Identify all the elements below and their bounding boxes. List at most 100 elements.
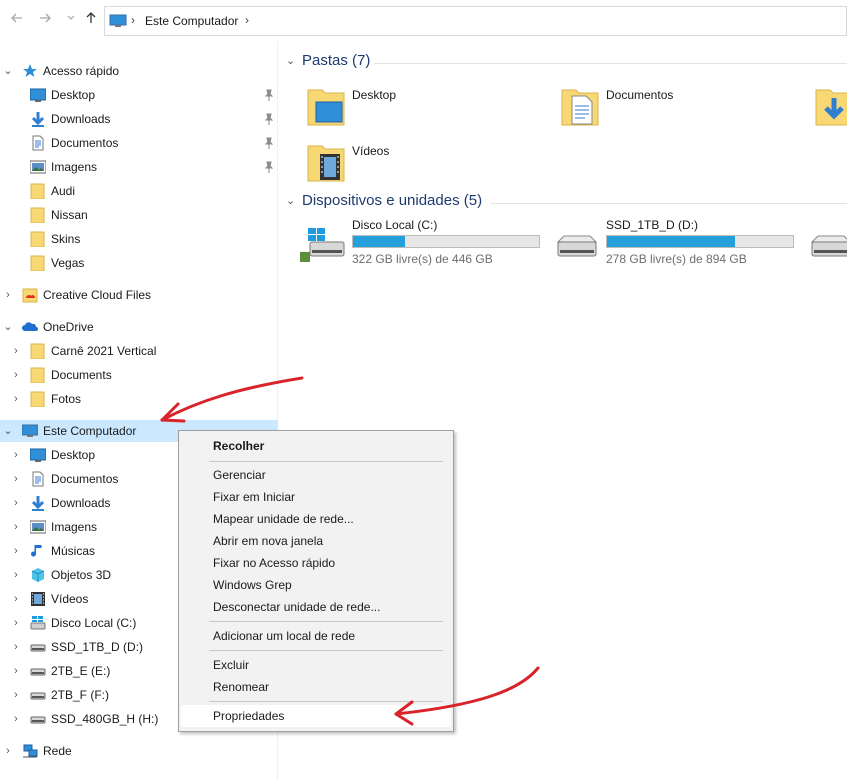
chevron-right-icon[interactable]: › bbox=[10, 344, 22, 358]
chevron-right-icon[interactable]: › bbox=[10, 544, 22, 558]
chevron-right-icon[interactable]: › bbox=[10, 472, 22, 486]
arrow-left-icon[interactable] bbox=[8, 10, 26, 30]
menu-item-desconectar-rede[interactable]: Desconectar unidade de rede... bbox=[181, 596, 451, 618]
breadcrumb[interactable]: Este Computador bbox=[145, 14, 238, 28]
chevron-down-icon[interactable]: ⌄ bbox=[2, 64, 14, 78]
computer-icon bbox=[21, 423, 39, 439]
menu-item-fixar-acesso-rapido[interactable]: Fixar no Acesso rápido bbox=[181, 552, 451, 574]
sidebar-item-skins[interactable]: Skins bbox=[0, 228, 278, 250]
chevron-down-icon[interactable]: ⌄ bbox=[2, 320, 14, 334]
sidebar-item-label: Este Computador bbox=[43, 424, 137, 438]
sidebar-item-onedrive[interactable]: ⌄ OneDrive bbox=[0, 316, 278, 338]
folder-tile-desktop[interactable]: Desktop bbox=[306, 84, 506, 132]
sidebar-item-label: 2TB_F (F:) bbox=[51, 688, 110, 702]
chevron-down-icon[interactable]: ⌄ bbox=[2, 424, 14, 438]
arrow-up-icon[interactable] bbox=[82, 10, 100, 30]
cloud-icon bbox=[22, 319, 38, 335]
menu-item-renomear[interactable]: Renomear bbox=[181, 676, 451, 698]
chevron-down-icon[interactable]: ⌄ bbox=[286, 194, 295, 207]
documents-icon bbox=[30, 135, 46, 151]
navigation-bar: › Este Computador › bbox=[0, 0, 847, 42]
menu-item-excluir[interactable]: Excluir bbox=[181, 654, 451, 676]
chevron-right-icon[interactable]: › bbox=[2, 744, 14, 758]
chevron-right-icon[interactable]: › bbox=[10, 392, 22, 406]
sidebar-item-creative-cloud[interactable]: › Creative Cloud Files bbox=[0, 284, 278, 306]
drive-label: SSD_1TB_D (D:) bbox=[606, 218, 699, 232]
sidebar-item-documentos[interactable]: Documentos bbox=[0, 132, 278, 154]
menu-item-recolher[interactable]: Recolher bbox=[181, 435, 451, 457]
videos-folder-icon bbox=[306, 140, 346, 184]
folder-icon bbox=[30, 255, 46, 272]
menu-item-label: Mapear unidade de rede... bbox=[213, 512, 354, 526]
menu-item-label: Excluir bbox=[213, 658, 250, 672]
chevron-right-icon[interactable]: › bbox=[10, 712, 22, 726]
chevron-right-icon[interactable]: › bbox=[10, 616, 22, 630]
drive-icon bbox=[554, 224, 600, 264]
folder-icon bbox=[30, 343, 46, 360]
menu-item-fixar-iniciar[interactable]: Fixar em Iniciar bbox=[181, 486, 451, 508]
menu-separator bbox=[209, 621, 443, 622]
menu-item-label: Gerenciar bbox=[213, 468, 266, 482]
sidebar-item-quick-access[interactable]: ⌄ Acesso rápido bbox=[0, 60, 278, 82]
sidebar-item-fotos[interactable]: › Fotos bbox=[0, 388, 278, 410]
sidebar-item-imagens[interactable]: Imagens bbox=[0, 156, 278, 178]
chevron-down-icon[interactable]: ⌄ bbox=[286, 54, 295, 67]
chevron-right-icon[interactable]: › bbox=[2, 288, 14, 302]
folder-tile-documentos[interactable]: Documentos bbox=[560, 84, 760, 132]
pin-icon[interactable] bbox=[264, 89, 274, 101]
folder-tile-downloads[interactable] bbox=[814, 84, 847, 132]
pin-icon[interactable] bbox=[264, 137, 274, 149]
sidebar-item-label: Desktop bbox=[51, 448, 96, 462]
drive-tile-partial[interactable] bbox=[808, 218, 847, 268]
sidebar-item-label: Disco Local (C:) bbox=[51, 616, 137, 630]
sidebar-item-nissan[interactable]: Nissan bbox=[0, 204, 278, 226]
drive-label: Disco Local (C:) bbox=[352, 218, 438, 232]
chevron-right-icon[interactable]: › bbox=[10, 688, 22, 702]
menu-item-adicionar-local-rede[interactable]: Adicionar um local de rede bbox=[181, 625, 451, 647]
sidebar-item-desktop[interactable]: Desktop bbox=[0, 84, 278, 106]
pin-icon[interactable] bbox=[264, 161, 274, 173]
chevron-right-icon[interactable]: › bbox=[10, 448, 22, 462]
chevron-right-icon[interactable]: › bbox=[10, 368, 22, 382]
sidebar-item-network[interactable]: › Rede bbox=[0, 740, 278, 762]
sidebar-item-carne[interactable]: › Carnê 2021 Vertical bbox=[0, 340, 278, 362]
computer-icon bbox=[109, 14, 127, 31]
chevron-right-icon[interactable]: › bbox=[10, 520, 22, 534]
sidebar-item-documents[interactable]: › Documents bbox=[0, 364, 278, 386]
section-title: Dispositivos e unidades (5) bbox=[302, 192, 483, 209]
star-icon bbox=[22, 63, 38, 79]
chevron-right-icon[interactable]: › bbox=[10, 640, 22, 654]
menu-item-windows-grep[interactable]: Windows Grep bbox=[181, 574, 451, 596]
sidebar-item-label: SSD_480GB_H (H:) bbox=[51, 712, 159, 726]
breadcrumb-separator[interactable]: › bbox=[245, 13, 249, 27]
drive-usage-fill bbox=[353, 236, 406, 247]
drive-tile-c[interactable]: Disco Local (C:) 322 GB livre(s) de 446 … bbox=[300, 218, 540, 268]
menu-item-label: Propriedades bbox=[213, 709, 285, 723]
sidebar-item-downloads[interactable]: Downloads bbox=[0, 108, 278, 130]
menu-item-propriedades[interactable]: Propriedades bbox=[181, 705, 451, 727]
arrow-right-icon[interactable] bbox=[36, 10, 54, 30]
chevron-right-icon[interactable]: › bbox=[10, 496, 22, 510]
videos-icon bbox=[30, 591, 46, 607]
chevron-right-icon[interactable]: › bbox=[10, 592, 22, 606]
menu-item-gerenciar[interactable]: Gerenciar bbox=[181, 464, 451, 486]
downloads-icon bbox=[30, 111, 46, 127]
chevron-right-icon[interactable]: › bbox=[10, 568, 22, 582]
sidebar-item-audi[interactable]: Audi bbox=[0, 180, 278, 202]
pin-icon[interactable] bbox=[264, 113, 274, 125]
menu-item-nova-janela[interactable]: Abrir em nova janela bbox=[181, 530, 451, 552]
folder-label: Documentos bbox=[606, 88, 674, 102]
drive-tile-d[interactable]: SSD_1TB_D (D:) 278 GB livre(s) de 894 GB bbox=[554, 218, 794, 268]
sidebar-item-label: OneDrive bbox=[43, 320, 94, 334]
sidebar-item-label: Acesso rápido bbox=[43, 64, 120, 78]
chevron-right-icon[interactable]: › bbox=[10, 664, 22, 678]
drive-icon bbox=[30, 663, 46, 679]
address-bar[interactable]: › Este Computador › bbox=[104, 6, 847, 36]
folder-label: Desktop bbox=[352, 88, 397, 102]
desktop-folder-icon bbox=[306, 84, 346, 128]
menu-item-mapear-rede[interactable]: Mapear unidade de rede... bbox=[181, 508, 451, 530]
menu-item-label: Desconectar unidade de rede... bbox=[213, 600, 381, 614]
sidebar-item-vegas[interactable]: Vegas bbox=[0, 252, 278, 274]
folder-tile-videos[interactable]: Vídeos bbox=[306, 140, 506, 188]
chevron-down-icon[interactable] bbox=[62, 10, 80, 30]
